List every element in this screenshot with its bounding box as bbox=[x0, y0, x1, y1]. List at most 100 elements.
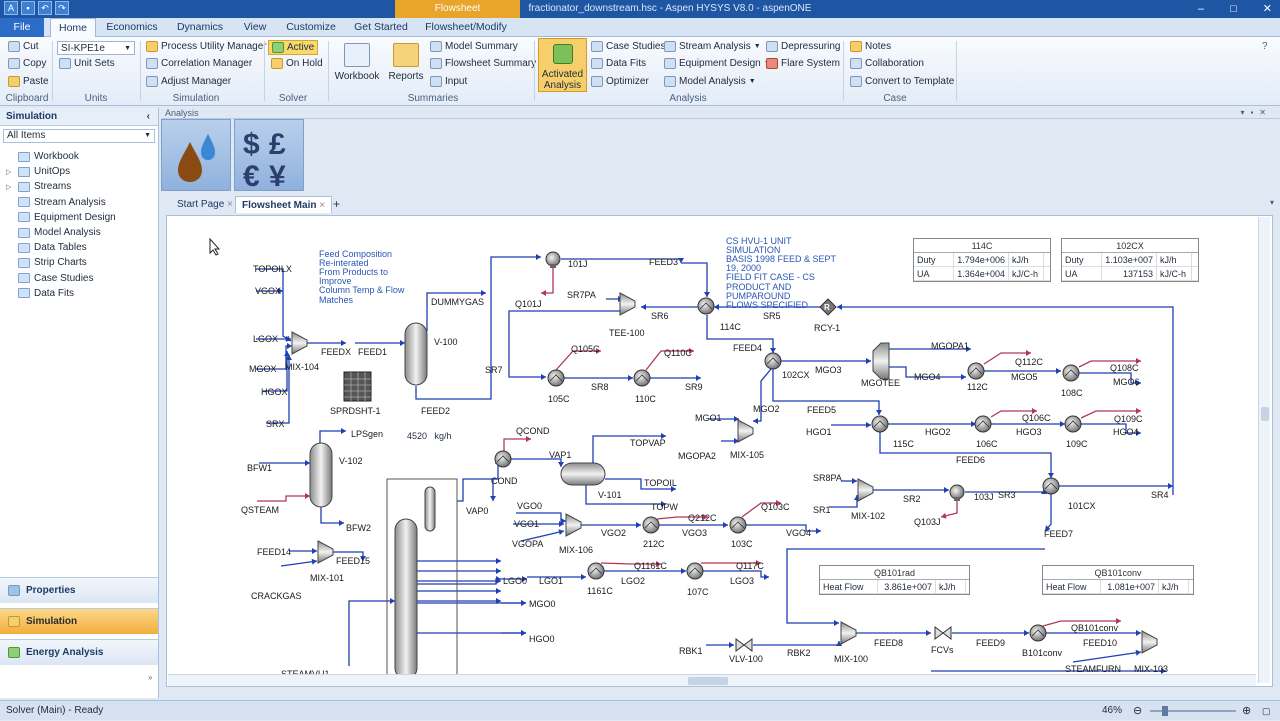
equipment-design-button[interactable]: Equipment Design▼ bbox=[664, 58, 771, 69]
filter-select[interactable]: All Items ▼ bbox=[3, 129, 155, 143]
app-logo-icon[interactable]: A bbox=[4, 1, 18, 15]
tab-list-icon[interactable]: ▾ bbox=[1270, 198, 1274, 207]
flare-system-button[interactable]: Flare System bbox=[766, 58, 840, 69]
tree-item-strip-charts[interactable]: Strip Charts bbox=[6, 255, 116, 270]
scroll-thumb[interactable] bbox=[688, 677, 728, 685]
flowsheet-canvas[interactable]: R TOPOILX VGOX LGOX MGOX HGOX SRX MIX-104 FEEDX… bbox=[166, 215, 1273, 687]
activated-analysis-button[interactable]: Activated Analysis bbox=[538, 38, 587, 92]
zoom-in-button[interactable]: ⊕ bbox=[1242, 701, 1251, 721]
convert-to-template-button[interactable]: Convert to Template bbox=[850, 76, 954, 87]
reports-button[interactable]: Reports bbox=[386, 43, 426, 82]
data-table-114c[interactable]: 114C Duty 1.794e+006 kJ/h UA 1.364e+004 kJ/C-h bbox=[913, 238, 1051, 282]
adjust-manager-button[interactable]: Adjust Manager bbox=[146, 76, 231, 87]
doc-tab-label: Flowsheet Main bbox=[242, 200, 317, 211]
group-label-analysis: Analysis bbox=[669, 93, 707, 104]
zoom-out-button[interactable]: ⊖ bbox=[1133, 701, 1142, 721]
notes-button[interactable]: Notes bbox=[850, 41, 891, 52]
tree-item-case-studies[interactable]: Case Studies bbox=[6, 271, 116, 286]
depressuring-button[interactable]: Depressuring bbox=[766, 41, 840, 52]
tab-home[interactable]: Home bbox=[50, 18, 96, 37]
vertical-scrollbar[interactable] bbox=[1258, 217, 1270, 683]
tab-get-started[interactable]: Get Started bbox=[348, 18, 414, 37]
help-icon[interactable]: ? bbox=[1262, 41, 1268, 52]
label-mix106: MIX-106 bbox=[559, 545, 593, 555]
collapse-pane-icon[interactable]: ‹ bbox=[147, 108, 150, 126]
undo-icon[interactable]: ↶ bbox=[38, 1, 52, 15]
workbook-button[interactable]: Workbook bbox=[334, 43, 380, 82]
label-mgo4: MGO4 bbox=[914, 372, 941, 382]
new-tab-button[interactable]: + bbox=[327, 196, 346, 213]
correlation-manager-button[interactable]: Correlation Manager bbox=[146, 58, 252, 69]
data-table-qb101rad[interactable]: QB101rad Heat Flow 3.861e+007 kJ/h bbox=[819, 565, 970, 595]
close-tab-icon[interactable]: × bbox=[227, 199, 233, 210]
expand-arrow-icon[interactable]: ▷ bbox=[6, 168, 14, 176]
tree-item-workbook[interactable]: Workbook bbox=[6, 149, 116, 164]
tree-item-data-tables[interactable]: Data Tables bbox=[6, 240, 116, 255]
nav-properties[interactable]: Properties bbox=[0, 577, 158, 603]
minimize-button[interactable]: – bbox=[1198, 0, 1204, 18]
paste-button[interactable]: Paste bbox=[8, 76, 49, 87]
process-utility-manager-button[interactable]: Process Utility Manager bbox=[146, 41, 267, 52]
flow-arrow bbox=[636, 522, 641, 528]
fit-view-icon[interactable]: ▢ bbox=[1262, 701, 1271, 721]
input-button[interactable]: Input bbox=[430, 76, 467, 87]
tree-item-label: Stream Analysis bbox=[34, 196, 106, 208]
valve-fcvs bbox=[942, 626, 952, 640]
label-hgo4: HGO4 bbox=[1113, 427, 1139, 437]
tab-flowsheet-modify[interactable]: Flowsheet/Modify bbox=[420, 18, 512, 37]
nav-energy-analysis[interactable]: Energy Analysis bbox=[0, 639, 158, 665]
tab-start-page[interactable]: Start Page × bbox=[171, 196, 239, 213]
redo-icon[interactable]: ↷ bbox=[55, 1, 69, 15]
tab-file[interactable]: File bbox=[0, 18, 44, 37]
copy-button[interactable]: Copy bbox=[8, 58, 46, 69]
tree-item-streams[interactable]: ▷ Streams bbox=[6, 179, 116, 194]
close-button[interactable]: ✕ bbox=[1263, 0, 1272, 18]
solver-active-button[interactable]: Active bbox=[268, 40, 319, 55]
unit-sets-button[interactable]: Unit Sets bbox=[59, 58, 115, 69]
tree-item-model-analysis[interactable]: Model Analysis bbox=[6, 225, 116, 240]
flow-arrow bbox=[944, 487, 949, 493]
tree-item-unitops[interactable]: ▷ UnitOps bbox=[6, 164, 116, 179]
zoom-slider[interactable] bbox=[1150, 706, 1236, 716]
label-mix103: MIX-103 bbox=[1134, 664, 1168, 674]
flow-arrow bbox=[681, 568, 686, 574]
nav-simulation[interactable]: Simulation bbox=[0, 608, 158, 634]
stream-analysis-button[interactable]: Stream Analysis ▼ bbox=[664, 41, 761, 52]
flowsheet-summary-button[interactable]: Flowsheet Summary bbox=[430, 58, 536, 69]
close-tab-icon[interactable]: × bbox=[319, 200, 325, 211]
solver-onhold-button[interactable]: On Hold bbox=[271, 58, 323, 69]
label-tee100: TEE-100 bbox=[609, 328, 645, 338]
expand-arrow-icon[interactable]: ▷ bbox=[6, 183, 14, 191]
model-analysis-button[interactable]: Model Analysis ▼ bbox=[664, 76, 756, 87]
optimizer-button[interactable]: Optimizer bbox=[591, 76, 649, 87]
cut-button[interactable]: Cut bbox=[8, 41, 39, 52]
save-icon[interactable]: ▪ bbox=[21, 1, 35, 15]
maximize-button[interactable]: □ bbox=[1230, 0, 1237, 18]
pane-controls-icon[interactable]: ▾▪✕ bbox=[1240, 107, 1272, 119]
currency-icon[interactable]: $ £ € ¥ bbox=[234, 119, 304, 193]
tree-item-equipment-design[interactable]: Equipment Design bbox=[6, 210, 116, 225]
data-fits-button[interactable]: Data Fits bbox=[591, 58, 646, 69]
unit-set-select[interactable]: SI-KPE1e ▼ bbox=[57, 41, 135, 55]
tree-item-data-fits[interactable]: Data Fits bbox=[6, 286, 116, 301]
tab-view[interactable]: View bbox=[236, 18, 274, 37]
label-vgopa: VGOPA bbox=[512, 539, 543, 549]
tab-economics[interactable]: Economics bbox=[100, 18, 164, 37]
tab-customize[interactable]: Customize bbox=[280, 18, 342, 37]
scroll-thumb[interactable] bbox=[1261, 407, 1269, 421]
label-lgo3: LGO3 bbox=[730, 576, 754, 586]
zoom-slider-thumb[interactable] bbox=[1162, 706, 1168, 716]
model-summary-button[interactable]: Model Summary bbox=[430, 41, 518, 52]
tab-flowsheet-main[interactable]: Flowsheet Main × bbox=[235, 196, 333, 213]
data-table-qb101conv[interactable]: QB101conv Heat Flow 1.081e+007 kJ/h bbox=[1042, 565, 1194, 595]
properties-icon bbox=[8, 585, 20, 596]
case-studies-button[interactable]: Case Studies bbox=[591, 41, 665, 52]
tree-item-stream-analysis[interactable]: Stream Analysis bbox=[6, 195, 116, 210]
folder-icon bbox=[18, 166, 30, 177]
oil-drop-icon[interactable] bbox=[161, 119, 231, 191]
tab-dynamics[interactable]: Dynamics bbox=[168, 18, 232, 37]
horizontal-scrollbar[interactable] bbox=[168, 674, 1256, 686]
configure-buttons-icon[interactable]: » bbox=[148, 673, 152, 682]
collaboration-button[interactable]: Collaboration bbox=[850, 58, 924, 69]
data-table-102cx[interactable]: 102CX Duty 1.103e+007 kJ/h UA 137153 kJ/C-h bbox=[1061, 238, 1199, 282]
